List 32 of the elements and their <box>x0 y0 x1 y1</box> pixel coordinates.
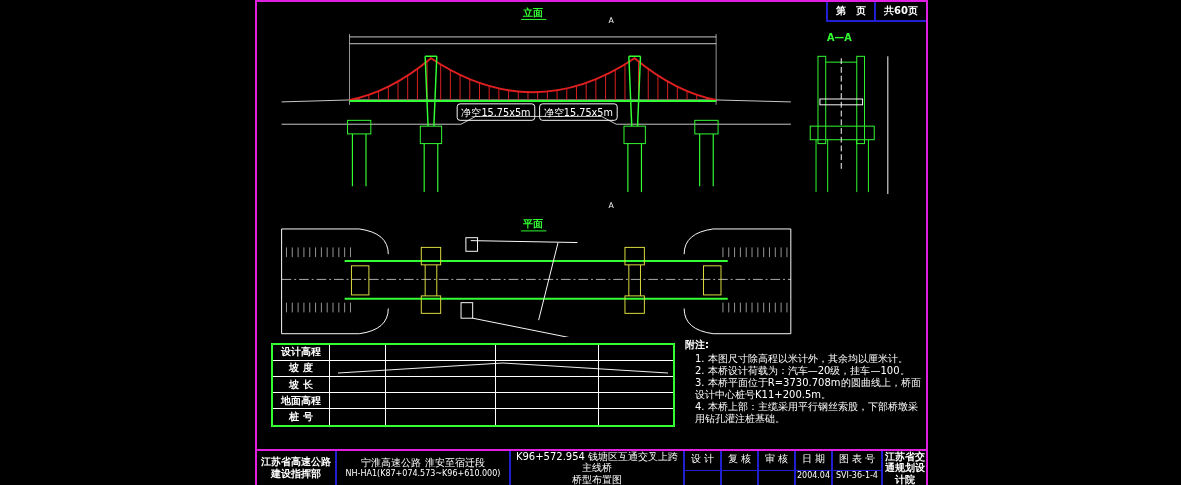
plan-title: 平面 <box>522 218 543 229</box>
checked-label: 复 核 <box>726 453 753 465</box>
sheet-page-label: 第 页 <box>835 4 868 18</box>
section-mark: A <box>608 16 614 26</box>
drawing-subtitle: 桥型布置图 <box>572 473 622 485</box>
profile-row-header: 坡 长 <box>273 377 330 393</box>
clearance-label: 净空15.75x5m <box>543 107 613 119</box>
note-text: 1. 本图尺寸除高程以米计外，其余均以厘米计。 <box>694 352 909 365</box>
date-label: 日 期 <box>800 453 827 465</box>
section-mark: A <box>608 200 614 210</box>
approved-label: 审 核 <box>763 453 790 465</box>
section-title: A—A <box>826 31 852 43</box>
elevation-title: 立面 <box>522 6 543 18</box>
note-text: 2. 本桥设计荷载为：汽车—20级，挂车—100。 <box>694 364 911 377</box>
clearance-label: 净空15.75x5m <box>461 107 531 119</box>
profile-row-header: 地面高程 <box>273 393 330 409</box>
note-text: 4. 本桥上部：主缆采用平行钢丝索股，下部桥墩采用钻孔灌注桩基础。 <box>694 400 919 425</box>
notes-heading: 附注: <box>685 338 710 351</box>
institute-name: 江苏省交通规划设计院 <box>883 450 926 485</box>
organization-name: 江苏省高速公路建设指挥部 <box>260 456 332 480</box>
profile-row-header: 坡 度 <box>273 360 330 377</box>
sheet-total: 共60页 <box>874 2 926 20</box>
drawing-number: SVI-36-1-4 <box>833 469 881 483</box>
project-section: NH-HA1(K87+074.573~K96+610.000) <box>345 468 501 479</box>
profile-row-header: 桩 号 <box>273 409 330 425</box>
drawing-title: K96+572.954 钱塘区互通交叉上跨主线桥 <box>514 450 680 474</box>
drawing-number-label: 图 表 号 <box>837 453 877 465</box>
designed-label: 设 计 <box>689 453 716 465</box>
date-value: 2004.04 <box>796 469 831 483</box>
profile-row-header: 设计高程 <box>273 344 330 360</box>
project-name: 宁淮高速公路 淮安至宿迁段 <box>361 457 485 469</box>
note-text: 3. 本桥平面位于R=3730.708m的圆曲线上，桥面设计中心桩号K11+200.5m。 <box>694 376 922 401</box>
